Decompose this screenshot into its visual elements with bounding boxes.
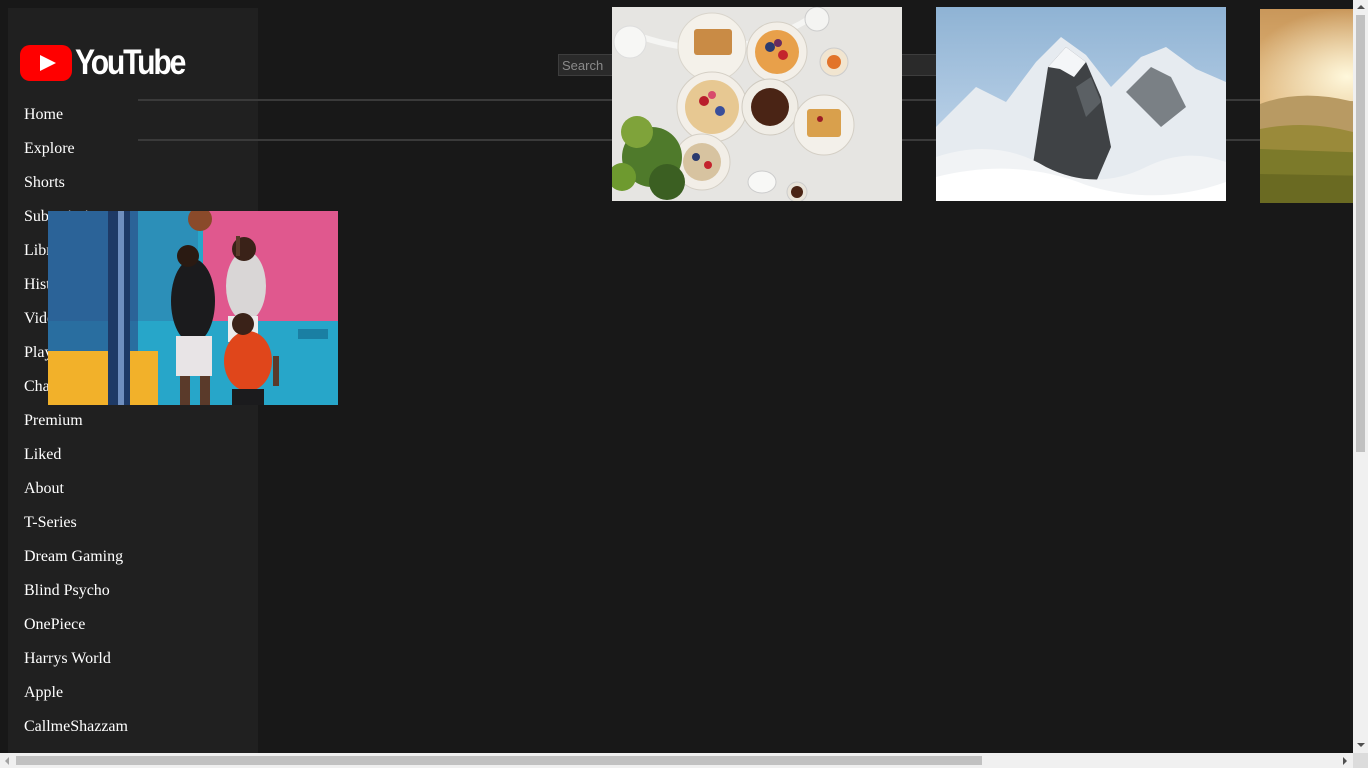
sidebar-item-apple[interactable]: Apple	[24, 678, 128, 712]
video-thumbnail-mountain[interactable]	[936, 7, 1226, 201]
sidebar-item-home[interactable]: Home	[24, 100, 128, 134]
video-thumbnail-basketball[interactable]	[48, 211, 338, 405]
sunset-meadow-photo-icon	[1260, 9, 1353, 203]
vertical-scroll-thumb[interactable]	[1356, 15, 1365, 452]
youtube-logo[interactable]: YouTube	[20, 43, 202, 82]
vertical-scrollbar[interactable]	[1353, 0, 1368, 753]
scrollbar-corner	[1353, 753, 1368, 768]
sidebar-item-callmeshazzam[interactable]: CallmeShazzam	[24, 712, 128, 746]
sidebar-item-liked[interactable]: Liked	[24, 440, 128, 474]
sidebar-nav: Home Explore Shorts Subscriptions Librar…	[24, 100, 128, 746]
snowy-mountain-photo-icon	[936, 7, 1226, 201]
page-viewport: YouTube Home Explore Shorts Subscription…	[0, 0, 1353, 753]
breakfast-food-photo-icon	[612, 7, 902, 201]
sidebar-item-t-series[interactable]: T-Series	[24, 508, 128, 542]
scroll-left-arrow-icon[interactable]	[5, 757, 9, 765]
sidebar-item-explore[interactable]: Explore	[24, 134, 128, 168]
video-thumbnail-breakfast[interactable]	[612, 7, 902, 201]
sidebar-item-about[interactable]: About	[24, 474, 128, 508]
sidebar-item-dream-gaming[interactable]: Dream Gaming	[24, 542, 128, 576]
logo-wordmark: YouTube	[75, 43, 186, 82]
horizontal-scroll-thumb[interactable]	[16, 756, 982, 765]
sidebar-item-harrys-world[interactable]: Harrys World	[24, 644, 128, 678]
scroll-right-arrow-icon[interactable]	[1343, 757, 1347, 765]
sidebar-item-shorts[interactable]: Shorts	[24, 168, 128, 202]
video-thumbnail-sunset[interactable]	[1260, 9, 1353, 203]
sidebar-item-blind-psycho[interactable]: Blind Psycho	[24, 576, 128, 610]
sidebar-item-premium[interactable]: Premium	[24, 406, 128, 440]
scroll-up-arrow-icon[interactable]	[1357, 5, 1365, 9]
scroll-down-arrow-icon[interactable]	[1357, 743, 1365, 747]
play-logo-icon	[20, 45, 72, 81]
horizontal-scrollbar[interactable]	[0, 753, 1353, 768]
basketball-players-photo-icon	[48, 211, 338, 405]
sidebar-item-onepiece[interactable]: OnePiece	[24, 610, 128, 644]
